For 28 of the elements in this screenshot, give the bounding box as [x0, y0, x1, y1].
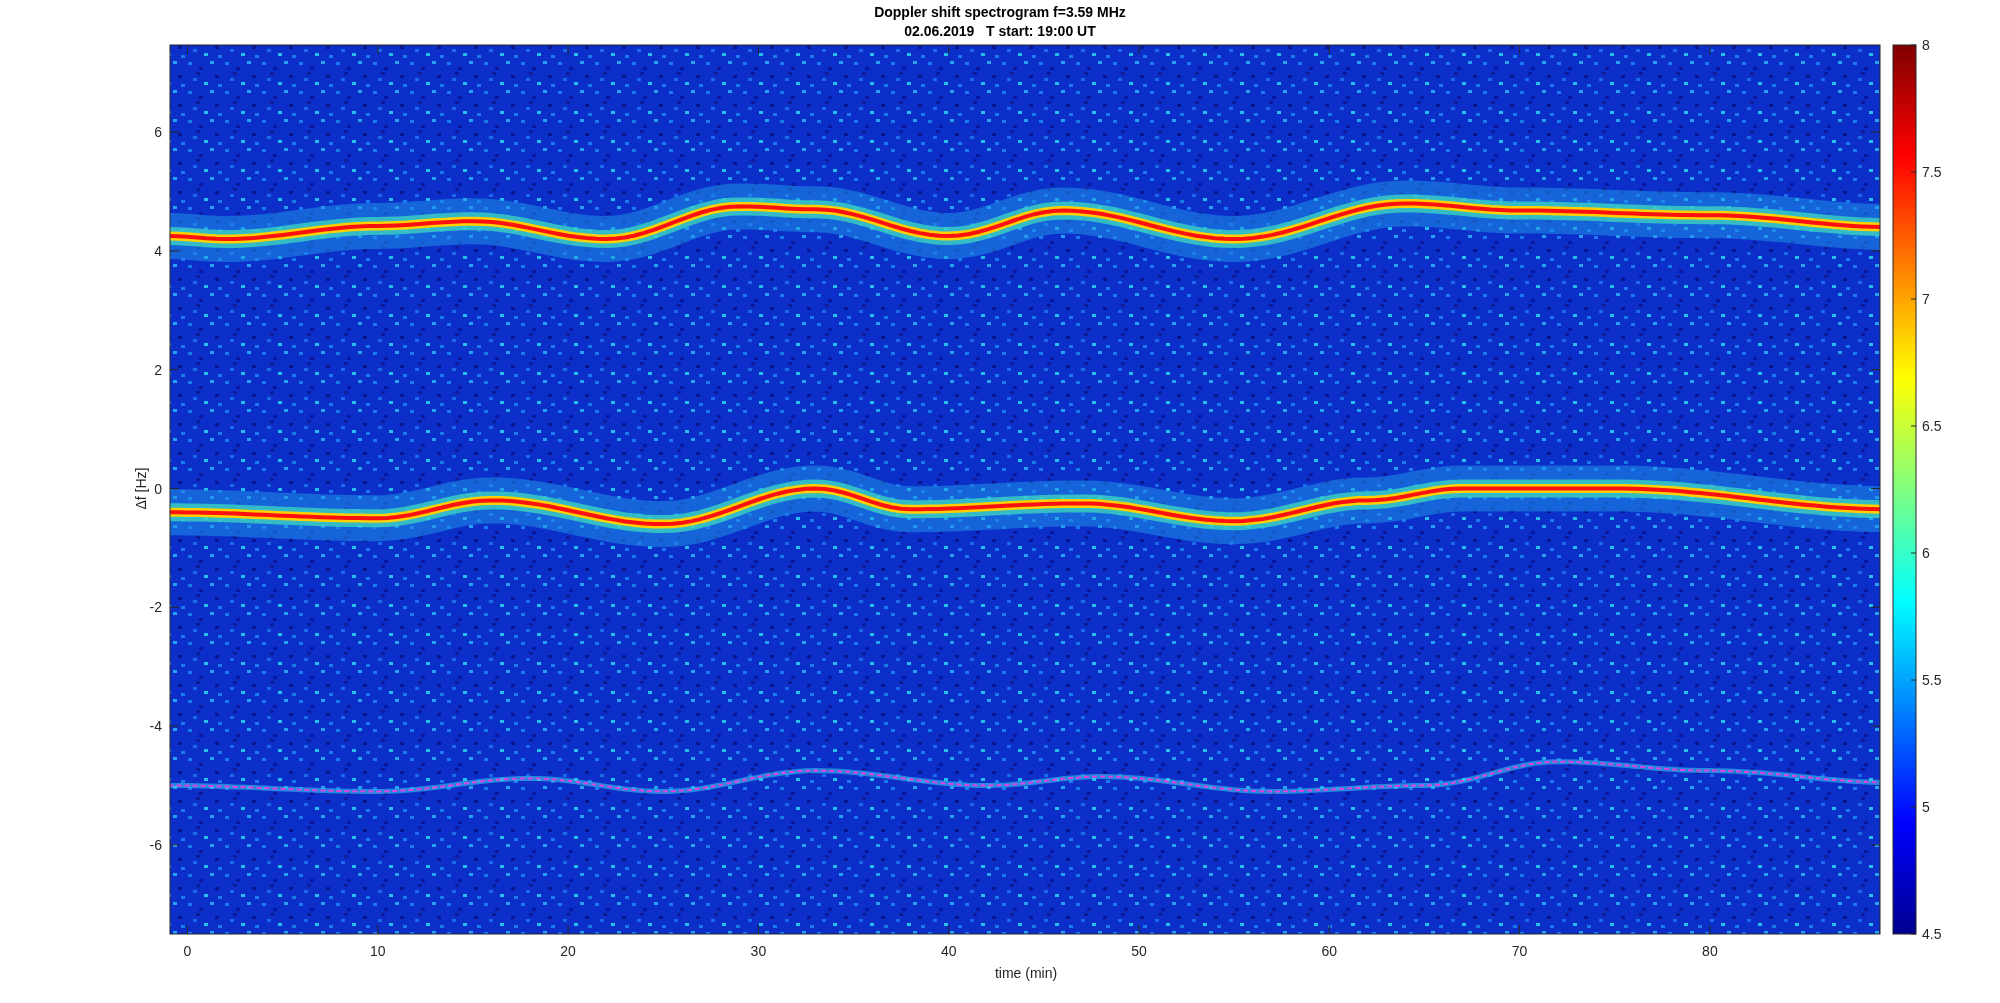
- tick-label: 2: [154, 361, 162, 378]
- tick-label: 80: [1702, 943, 1718, 959]
- tick-label: 5.5: [1922, 672, 1942, 688]
- tick-label: 70: [1511, 943, 1528, 959]
- tick-label: 7: [1922, 291, 1930, 307]
- tick-label: 40: [940, 943, 957, 959]
- tick-label: 6: [1922, 545, 1930, 561]
- tick-label: 6: [154, 124, 162, 141]
- tick-label: 30: [750, 943, 767, 959]
- tick-label: -6: [149, 836, 162, 853]
- tick-label: 20: [560, 943, 576, 959]
- axis-label: Δf [Hz]: [133, 467, 149, 510]
- chart-title: Doppler shift spectrogram f=3.59 MHz: [874, 4, 1126, 20]
- axis-label: time (min): [994, 965, 1058, 981]
- chart-subtitle: 02.06.2019 T start: 19:00 UT: [904, 23, 1096, 39]
- tick-label: -4: [149, 718, 162, 735]
- tick-label: 0: [183, 943, 192, 959]
- tick-label: 4: [154, 242, 162, 259]
- tick-label: 60: [1321, 943, 1338, 959]
- tick-label: 5: [1922, 799, 1930, 815]
- tick-label: 8: [1922, 37, 1930, 53]
- tick-label: 6.5: [1922, 418, 1942, 434]
- tick-label: 10: [370, 943, 386, 959]
- tick-label: 7.5: [1922, 164, 1942, 180]
- tick-label: 4.5: [1922, 926, 1942, 942]
- tick-label: 0: [154, 480, 162, 497]
- tick-label: -2: [149, 599, 162, 616]
- tick-label: 50: [1131, 943, 1147, 959]
